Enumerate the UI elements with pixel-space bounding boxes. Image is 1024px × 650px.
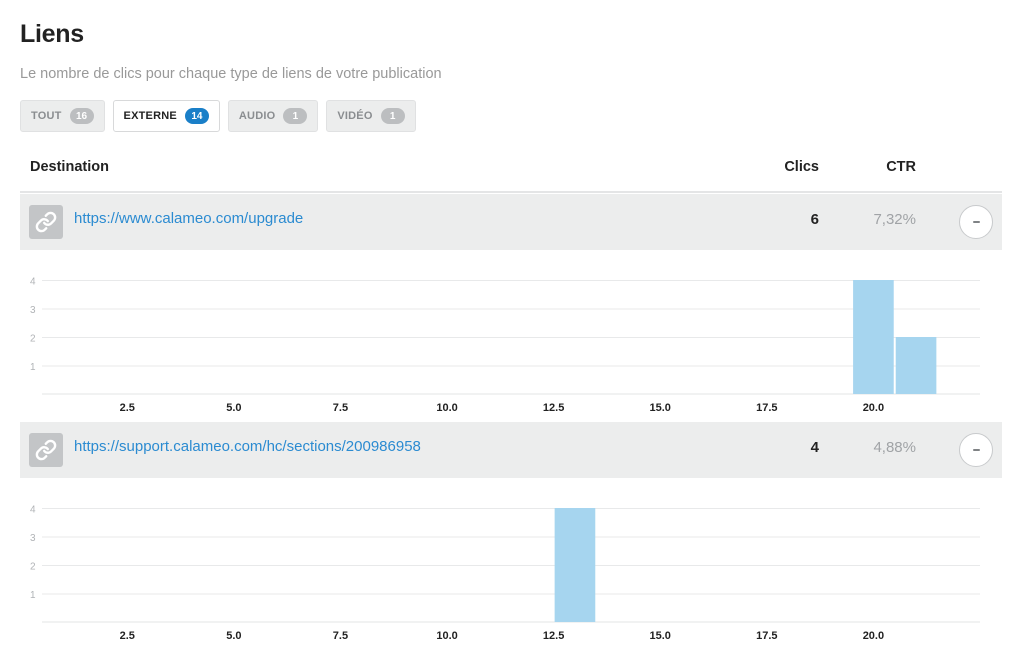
chart-svg: 1 2 3 4 2.5 5.0 7.5 10.0 12.5 15.0 17.5 20.0: [30, 505, 980, 642]
y-tick-label: 4: [30, 277, 36, 288]
filter-tab-externe[interactable]: EXTERNE 14: [112, 100, 220, 132]
filter-tab-video[interactable]: VIDÉO 1: [326, 100, 416, 132]
column-header-ctr: CTR: [886, 159, 916, 175]
x-tick-label: 17.5: [756, 630, 777, 642]
y-tick-label: 2: [30, 334, 36, 345]
count-badge: 1: [380, 108, 405, 124]
x-tick-label: 5.0: [226, 630, 241, 642]
filter-tab-label: EXTERNE: [123, 110, 177, 122]
chart-bar: [853, 280, 894, 394]
clics-value: 4: [810, 439, 819, 456]
chart-svg: 1 2 3 4 2.5 5.0 7.5 10.0 12.5 15.0 17.5 20.0: [30, 277, 980, 414]
table-header: Destination Clics CTR: [20, 150, 1002, 193]
link-icon: [29, 433, 63, 467]
chart-bar: [895, 337, 937, 394]
table-row: https://support.calameo.com/hc/sections/…: [20, 422, 1002, 478]
filter-tab-audio[interactable]: AUDIO 1: [227, 100, 319, 132]
ctr-value: 4,88%: [873, 439, 916, 456]
x-tick-label: 15.0: [650, 402, 671, 414]
ctr-value: 7,32%: [873, 211, 916, 228]
filter-tab-label: VIDÉO: [337, 110, 373, 122]
page-title: Liens: [20, 20, 84, 48]
x-tick-label: 20.0: [863, 402, 884, 414]
clicks-chart-2: 1 2 3 4 2.5 5.0 7.5 10.0 12.5 15.0 17.5 20.0: [20, 478, 1002, 650]
table-row: https://www.calameo.com/upgrade 6 7,32%: [20, 194, 1002, 250]
link-icon: [29, 205, 63, 239]
y-tick-label: 1: [30, 590, 36, 601]
filter-tab-label: AUDIO: [238, 110, 276, 122]
minus-icon: [972, 449, 980, 451]
x-tick-label: 20.0: [863, 630, 884, 642]
clicks-chart-1: 1 2 3 4 2.5 5.0 7.5 10.0 12.5 15.0 17.5 20.0: [20, 250, 1002, 422]
y-tick-label: 3: [30, 533, 36, 544]
destination-link[interactable]: https://support.calameo.com/hc/sections/…: [74, 438, 421, 455]
collapse-button[interactable]: [959, 433, 993, 467]
y-tick-label: 2: [30, 562, 36, 573]
x-tick-label: 10.0: [436, 630, 457, 642]
count-badge: 16: [69, 108, 94, 124]
filter-tab-label: TOUT: [31, 110, 62, 122]
page-subtitle: Le nombre de clics pour chaque type de l…: [20, 66, 442, 82]
chart-bar: [554, 508, 596, 622]
collapse-button[interactable]: [959, 205, 993, 239]
y-tick-label: 3: [30, 305, 36, 316]
minus-icon: [972, 221, 980, 223]
x-tick-label: 7.5: [333, 402, 348, 414]
destination-link[interactable]: https://www.calameo.com/upgrade: [74, 210, 303, 227]
x-tick-label: 12.5: [543, 402, 564, 414]
clics-value: 6: [810, 211, 819, 228]
x-tick-label: 7.5: [333, 630, 348, 642]
x-tick-label: 15.0: [650, 630, 671, 642]
count-badge: 1: [283, 108, 308, 124]
y-tick-label: 4: [30, 505, 36, 516]
x-tick-label: 2.5: [120, 630, 135, 642]
link-type-filters: TOUT 16 EXTERNE 14 AUDIO 1 VIDÉO 1: [20, 100, 416, 134]
x-tick-label: 17.5: [756, 402, 777, 414]
x-tick-label: 10.0: [436, 402, 457, 414]
count-badge: 14: [184, 108, 209, 124]
column-header-destination: Destination: [30, 159, 109, 175]
x-tick-label: 12.5: [543, 630, 564, 642]
filter-tab-tout[interactable]: TOUT 16: [20, 100, 105, 132]
column-header-clics: Clics: [784, 159, 819, 175]
x-tick-label: 2.5: [120, 402, 135, 414]
x-tick-label: 5.0: [226, 402, 241, 414]
y-tick-label: 1: [30, 362, 36, 373]
